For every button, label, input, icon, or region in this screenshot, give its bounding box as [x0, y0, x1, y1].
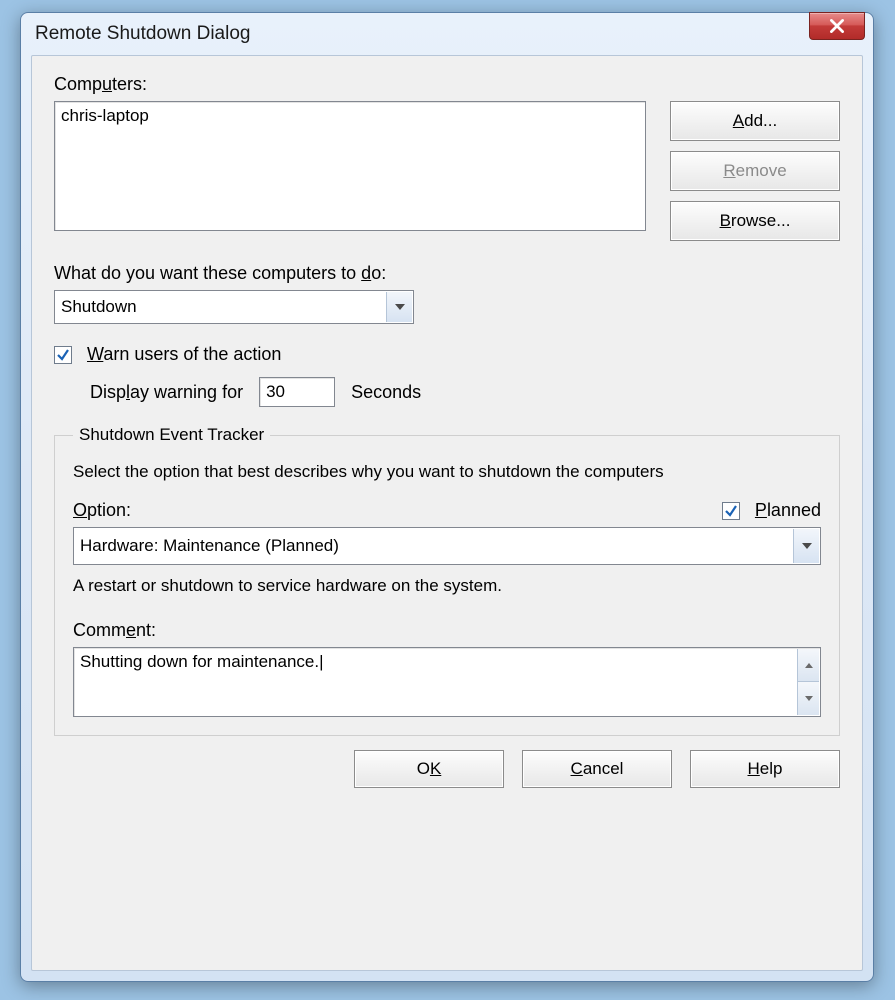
tracker-description: Select the option that best describes wh… — [73, 461, 821, 484]
display-warning-label: Display warning for — [90, 382, 243, 403]
scroll-down-button[interactable] — [797, 681, 819, 715]
action-label: What do you want these computers to do: — [54, 263, 840, 284]
reason-selected-value: Hardware: Maintenance (Planned) — [80, 536, 339, 556]
browse-button[interactable]: Browse... — [670, 201, 840, 241]
chevron-down-icon — [793, 529, 819, 563]
scroll-up-button[interactable] — [797, 649, 819, 682]
planned-checkbox-row: Planned — [722, 500, 821, 521]
warn-duration-row: Display warning for 30 Seconds — [90, 377, 840, 407]
warn-checkbox-row: Warn users of the action — [54, 344, 840, 365]
close-button[interactable] — [809, 12, 865, 40]
chevron-down-icon — [386, 292, 412, 322]
check-icon — [724, 504, 738, 518]
warn-checkbox-label: Warn users of the action — [87, 344, 281, 364]
reason-description: A restart or shutdown to service hardwar… — [73, 575, 821, 598]
option-label: Option: — [73, 500, 131, 521]
chevron-down-icon — [805, 696, 813, 701]
action-select[interactable]: Shutdown — [54, 290, 414, 324]
titlebar[interactable]: Remote Shutdown Dialog — [21, 13, 873, 55]
warning-seconds-input[interactable]: 30 — [259, 377, 335, 407]
add-button[interactable]: Add... — [670, 101, 840, 141]
dialog-window: Remote Shutdown Dialog Computers: chris-… — [20, 12, 874, 982]
reason-select[interactable]: Hardware: Maintenance (Planned) — [73, 527, 821, 565]
computers-label: Computers: — [54, 74, 840, 95]
ok-button[interactable]: OK — [354, 750, 504, 788]
client-area: Computers: chris-laptop Add... Remove Br… — [31, 55, 863, 971]
action-selected-value: Shutdown — [61, 297, 137, 317]
list-item[interactable]: chris-laptop — [61, 106, 639, 126]
window-title: Remote Shutdown Dialog — [35, 23, 865, 45]
dialog-footer: OK Cancel Help — [54, 750, 840, 788]
warn-checkbox[interactable] — [54, 346, 72, 364]
planned-checkbox-label: Planned — [755, 500, 821, 520]
close-icon — [828, 17, 846, 35]
comment-label: Comment: — [73, 620, 821, 641]
help-button[interactable]: Help — [690, 750, 840, 788]
check-icon — [56, 348, 70, 362]
tracker-group: Shutdown Event Tracker Select the option… — [54, 425, 840, 736]
chevron-up-icon — [805, 663, 813, 668]
comment-textarea[interactable]: Shutting down for maintenance.| — [73, 647, 821, 717]
tracker-legend: Shutdown Event Tracker — [73, 425, 270, 445]
comment-value: Shutting down for maintenance.| — [80, 652, 324, 671]
computers-listbox[interactable]: chris-laptop — [54, 101, 646, 231]
planned-checkbox[interactable] — [722, 502, 740, 520]
cancel-button[interactable]: Cancel — [522, 750, 672, 788]
remove-button[interactable]: Remove — [670, 151, 840, 191]
seconds-label: Seconds — [351, 382, 421, 403]
